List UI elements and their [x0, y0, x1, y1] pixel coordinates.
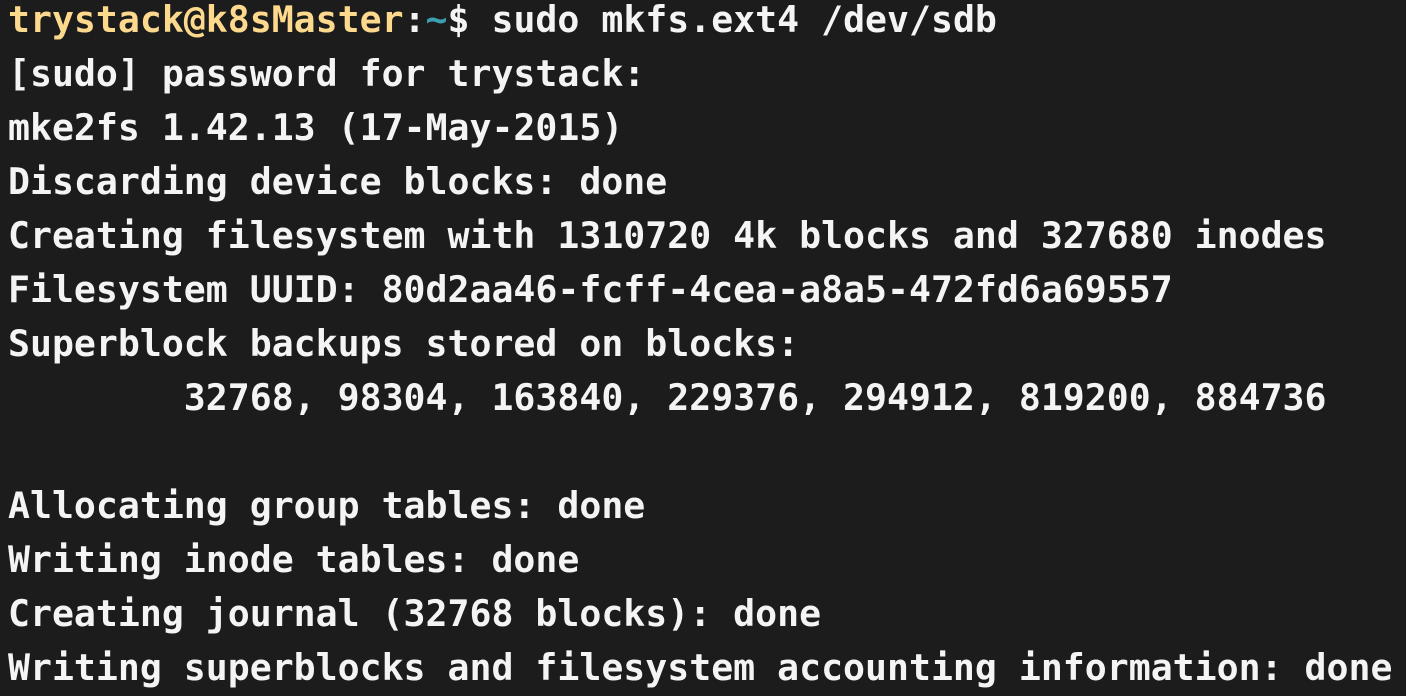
command-text: sudo mkfs.ext4 /dev/sdb	[491, 0, 997, 41]
output-line: Allocating group tables: done	[8, 484, 646, 527]
output-line: mke2fs 1.42.13 (17-May-2015)	[8, 106, 624, 149]
output-line: Superblock backups stored on blocks:	[8, 322, 800, 365]
output-line: Filesystem UUID: 80d2aa46-fcff-4cea-a8a5…	[8, 268, 1173, 311]
output-line: Writing superblocks and filesystem accou…	[8, 646, 1393, 689]
output-line: Creating filesystem with 1310720 4k bloc…	[8, 214, 1327, 257]
output-line: 32768, 98304, 163840, 229376, 294912, 81…	[8, 376, 1327, 419]
output-line: Creating journal (32768 blocks): done	[8, 592, 822, 635]
prompt-path: ~	[425, 0, 448, 41]
terminal-output[interactable]: trystack@k8sMaster:~$ sudo mkfs.ext4 /de…	[8, 0, 1392, 695]
output-line: Writing inode tables: done	[8, 538, 580, 581]
prompt-line: trystack@k8sMaster:~$ sudo mkfs.ext4 /de…	[8, 0, 1392, 47]
prompt-user-host: trystack@k8sMaster	[8, 0, 404, 41]
output-line: Discarding device blocks: done	[8, 160, 668, 203]
output-line: [sudo] password for trystack:	[8, 52, 646, 95]
prompt-colon: :	[403, 0, 426, 41]
prompt-symbol: $	[447, 0, 492, 41]
